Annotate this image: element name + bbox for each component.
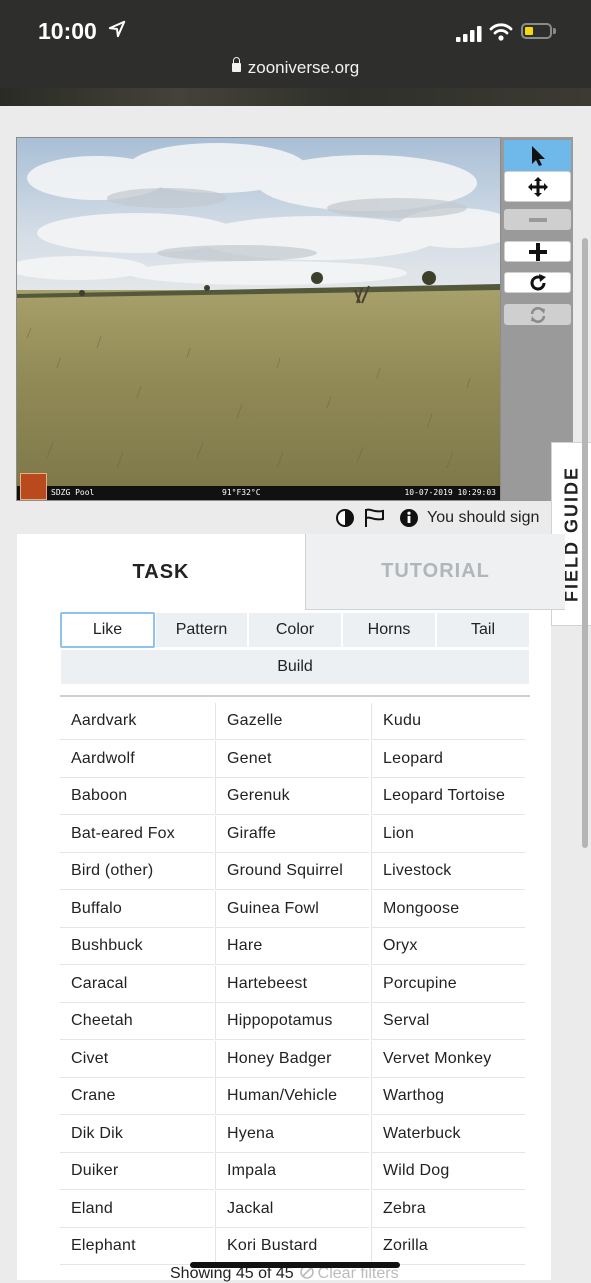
species-option[interactable]: Jackal xyxy=(215,1190,369,1228)
filter-pattern[interactable]: Pattern xyxy=(155,612,248,648)
species-option[interactable]: Gerenuk xyxy=(215,778,369,815)
species-option[interactable]: Guinea Fowl xyxy=(215,890,369,928)
species-option[interactable]: Kudu xyxy=(371,703,525,740)
species-option[interactable]: Aardwolf xyxy=(60,741,214,778)
species-option[interactable]: Warthog xyxy=(371,1078,525,1115)
rotate-icon xyxy=(530,273,546,290)
subject-meta-row: You should sign xyxy=(335,506,539,530)
info-icon[interactable] xyxy=(399,508,419,528)
reset-icon xyxy=(530,306,545,323)
battery-icon xyxy=(521,23,552,39)
species-option[interactable]: Giraffe xyxy=(215,815,369,853)
cellular-signal-icon xyxy=(456,26,482,42)
page-scrollbar[interactable] xyxy=(582,238,588,848)
species-option[interactable]: Eland xyxy=(60,1191,214,1228)
species-option[interactable]: Hippopotamus xyxy=(215,1003,369,1040)
camera-datetime: 10-07-2019 10:29:03 xyxy=(404,488,496,497)
camera-source: SDZG Pool xyxy=(51,488,95,497)
species-option[interactable]: Mongoose xyxy=(371,890,525,928)
species-option[interactable]: Crane xyxy=(60,1078,214,1115)
species-option[interactable]: Elephant xyxy=(60,1228,214,1265)
species-option[interactable]: Leopard Tortoise xyxy=(371,778,525,815)
bushnell-logo xyxy=(20,473,47,500)
species-option[interactable]: Bird (other) xyxy=(60,853,214,890)
species-option[interactable]: Genet xyxy=(215,740,369,778)
species-option[interactable]: Impala xyxy=(215,1153,369,1190)
species-option[interactable]: Buffalo xyxy=(60,891,214,928)
species-option[interactable]: Hyena xyxy=(215,1115,369,1153)
species-option[interactable]: Lion xyxy=(371,815,525,853)
status-time: 10:00 xyxy=(38,18,97,44)
species-option[interactable]: Bushbuck xyxy=(60,928,214,965)
species-option[interactable]: Caracal xyxy=(60,966,214,1003)
subject-image[interactable]: SDZG Pool 91°F32°C 10-07-2019 10:29:03 xyxy=(16,137,501,501)
species-option[interactable]: Zebra xyxy=(371,1190,525,1228)
species-option[interactable]: Oryx xyxy=(371,928,525,965)
species-option[interactable]: Cheetah xyxy=(60,1003,214,1040)
species-option[interactable]: Human/Vehicle xyxy=(215,1078,369,1115)
species-option[interactable]: Civet xyxy=(60,1041,214,1078)
filter-like[interactable]: Like xyxy=(60,612,155,648)
camera-info-bar: SDZG Pool 91°F32°C 10-07-2019 10:29:03 xyxy=(17,486,500,500)
species-option[interactable]: Dik Dik xyxy=(60,1116,214,1153)
zoom-out-icon xyxy=(528,217,547,222)
species-option[interactable]: Kori Bustard xyxy=(215,1228,369,1265)
zoom-in-icon xyxy=(528,242,547,261)
sign-in-message: You should sign xyxy=(427,509,540,526)
filter-color[interactable]: Color xyxy=(248,612,342,648)
species-option[interactable]: Wild Dog xyxy=(371,1153,525,1190)
species-option[interactable]: Baboon xyxy=(60,778,214,815)
species-option[interactable]: Vervet Monkey xyxy=(371,1040,525,1078)
species-option[interactable]: Zorilla xyxy=(371,1228,525,1265)
species-option[interactable]: Honey Badger xyxy=(215,1040,369,1078)
reset-button[interactable] xyxy=(504,304,571,325)
zoom-out-button[interactable] xyxy=(504,209,571,230)
species-option[interactable]: Duiker xyxy=(60,1153,214,1190)
species-option[interactable]: Waterbuck xyxy=(371,1115,525,1153)
filter-horns[interactable]: Horns xyxy=(342,612,436,648)
lock-icon xyxy=(231,57,241,72)
flag-icon[interactable] xyxy=(363,508,385,528)
move-icon xyxy=(527,176,548,197)
savanna-photo xyxy=(17,138,500,500)
filter-build[interactable]: Build xyxy=(60,649,530,685)
species-option[interactable]: Gazelle xyxy=(215,703,369,740)
camera-temperature: 91°F32°C xyxy=(222,488,261,497)
species-option[interactable]: Aardvark xyxy=(60,703,214,740)
pointer-icon xyxy=(531,145,545,166)
tab-task[interactable]: TASK xyxy=(17,534,305,610)
species-option[interactable]: Livestock xyxy=(371,853,525,890)
wifi-icon xyxy=(489,23,513,41)
rotate-button[interactable] xyxy=(504,272,571,293)
species-option[interactable]: Serval xyxy=(371,1003,525,1040)
location-arrow-icon xyxy=(108,20,126,38)
species-option[interactable]: Hartebeest xyxy=(215,965,369,1003)
species-option[interactable]: Porcupine xyxy=(371,965,525,1003)
filter-divider xyxy=(60,695,530,697)
species-option[interactable]: Ground Squirrel xyxy=(215,853,369,890)
invert-colors-icon[interactable] xyxy=(335,508,355,528)
move-tool-button[interactable] xyxy=(504,171,571,202)
hero-banner-strip xyxy=(0,88,591,106)
species-option[interactable]: Leopard xyxy=(371,740,525,778)
zoom-in-button[interactable] xyxy=(504,241,571,262)
filter-tail[interactable]: Tail xyxy=(436,612,530,648)
home-indicator xyxy=(190,1262,400,1268)
url-text: zooniverse.org xyxy=(247,58,360,77)
pointer-tool-button[interactable] xyxy=(504,140,571,171)
species-option[interactable]: Hare xyxy=(215,928,369,965)
address-bar[interactable]: zooniverse.org xyxy=(0,57,591,78)
species-option[interactable]: Bat-eared Fox xyxy=(60,816,214,853)
task-panel: TASK TUTORIAL Like Pattern Color Horns T… xyxy=(17,534,565,1280)
battery-nub xyxy=(553,28,556,34)
tab-tutorial[interactable]: TUTORIAL xyxy=(305,534,565,610)
